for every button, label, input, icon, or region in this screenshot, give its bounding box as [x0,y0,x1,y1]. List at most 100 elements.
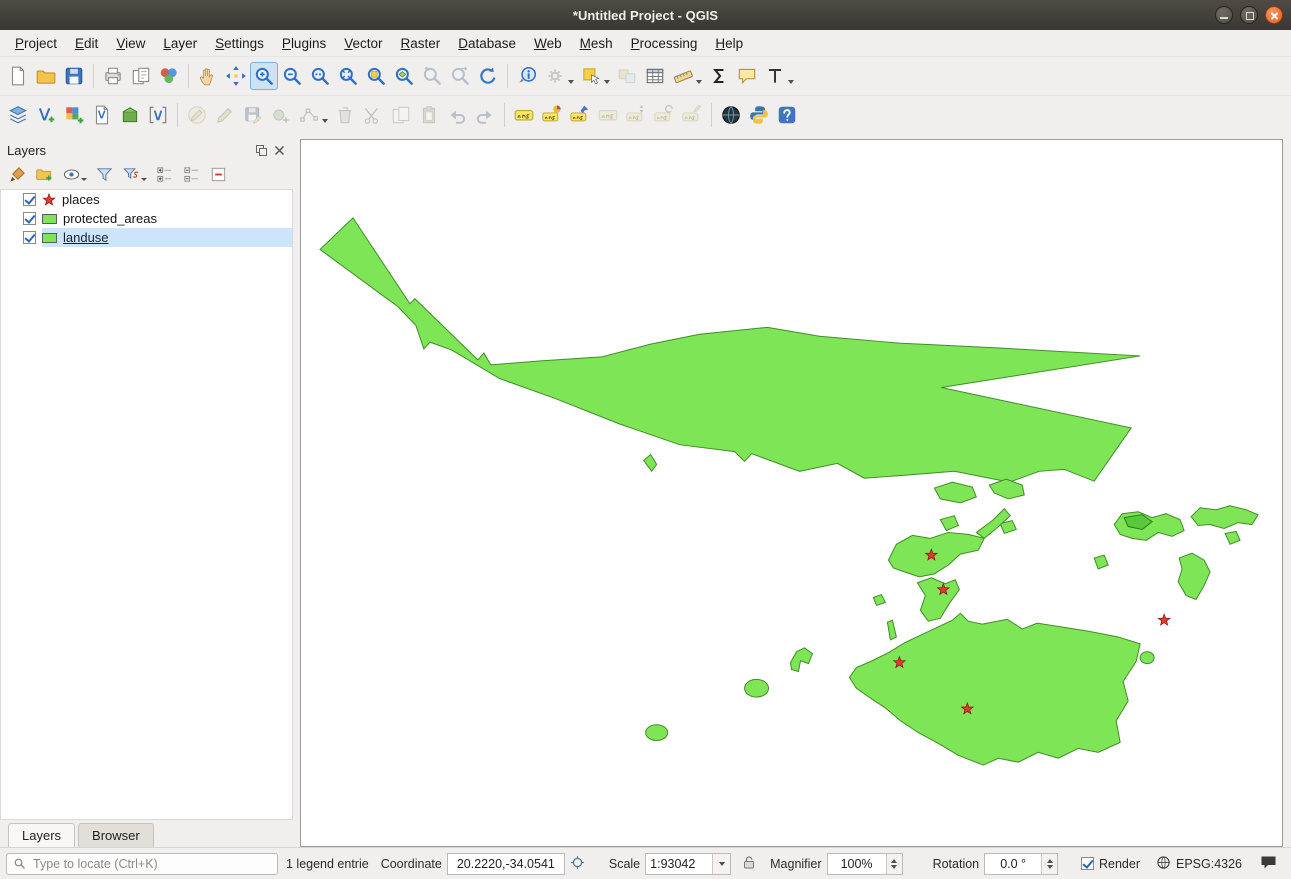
new-geopackage-layer-icon[interactable] [116,101,144,129]
locate-input[interactable] [31,856,271,872]
zoom-native-icon[interactable] [306,62,334,90]
open-layer-styling-icon[interactable] [5,162,29,186]
zoom-in-icon[interactable] [250,62,278,90]
menu-vector[interactable]: Vector [335,33,391,54]
map-tips-icon[interactable] [733,62,761,90]
run-feature-action-icon[interactable] [541,62,569,90]
menu-project[interactable]: Project [6,33,66,54]
menu-mesh[interactable]: Mesh [571,33,622,54]
python-console-icon[interactable] [745,101,773,129]
scale-combobox[interactable] [645,853,731,875]
menu-layer[interactable]: Layer [154,33,206,54]
new-virtual-layer-icon[interactable] [144,101,172,129]
expand-all-icon[interactable] [152,162,176,186]
metasearch-icon[interactable] [717,101,745,129]
measure-icon[interactable] [669,62,697,90]
layer-checkbox[interactable] [23,193,36,206]
crs-icon[interactable] [1156,855,1171,873]
menu-edit[interactable]: Edit [66,33,107,54]
magnifier-spinbox[interactable] [827,853,903,875]
zoom-to-layer-icon[interactable] [390,62,418,90]
layer-checkbox[interactable] [23,212,36,225]
zoom-full-icon[interactable] [334,62,362,90]
menu-raster[interactable]: Raster [392,33,450,54]
tab-layers[interactable]: Layers [8,823,75,847]
text-annotation-icon[interactable] [761,62,789,90]
messages-icon[interactable] [1260,855,1277,873]
dropdown-caret-icon[interactable] [788,80,794,84]
layer-labeling-icon[interactable] [510,101,538,129]
menu-settings[interactable]: Settings [206,33,273,54]
locator-bar[interactable] [6,853,278,875]
magnifier-input[interactable] [828,856,886,872]
refresh-icon[interactable] [474,62,502,90]
redo-icon[interactable] [471,101,499,129]
menu-processing[interactable]: Processing [622,33,707,54]
save-project-icon[interactable] [60,62,88,90]
undo-icon[interactable] [443,101,471,129]
lock-scale-icon[interactable] [742,855,756,873]
open-attribute-table-icon[interactable] [641,62,669,90]
new-print-layout-icon[interactable] [99,62,127,90]
menu-plugins[interactable]: Plugins [273,33,335,54]
statistical-summary-icon[interactable] [705,62,733,90]
zoom-next-icon[interactable] [446,62,474,90]
layer-checkbox[interactable] [23,231,36,244]
change-label-icon[interactable] [678,101,706,129]
tab-browser[interactable]: Browser [78,823,154,847]
pin-labels-icon[interactable] [566,101,594,129]
paste-features-icon[interactable] [415,101,443,129]
render-checkbox[interactable] [1081,857,1094,870]
layer-diagram-icon[interactable] [538,101,566,129]
panel-close-icon[interactable] [273,144,286,157]
add-group-icon[interactable] [32,162,56,186]
map-canvas[interactable] [300,139,1283,847]
new-shapefile-layer-icon[interactable] [88,101,116,129]
crs-text[interactable]: EPSG:4326 [1176,857,1242,871]
select-features-icon[interactable] [577,62,605,90]
pan-to-selection-icon[interactable] [222,62,250,90]
menu-view[interactable]: View [107,33,154,54]
dropdown-caret-icon[interactable] [141,178,147,181]
copy-features-icon[interactable] [387,101,415,129]
manage-map-themes-icon[interactable] [59,162,83,186]
toggle-editing-icon[interactable] [211,101,239,129]
menu-web[interactable]: Web [525,33,571,54]
rotate-label-icon[interactable] [650,101,678,129]
save-layer-edits-icon[interactable] [239,101,267,129]
add-raster-layer-icon[interactable] [60,101,88,129]
layer-row-places[interactable]: places [1,190,292,209]
vertex-tool-icon[interactable] [295,101,323,129]
pan-map-icon[interactable] [194,62,222,90]
dropdown-caret-icon[interactable] [604,80,610,84]
panel-float-icon[interactable] [255,144,268,157]
rotation-spinbox[interactable] [984,853,1058,875]
cut-features-icon[interactable] [359,101,387,129]
move-label-icon[interactable] [622,101,650,129]
rotation-spin-icons[interactable] [1041,854,1057,874]
close-button[interactable] [1265,6,1283,24]
zoom-out-icon[interactable] [278,62,306,90]
maximize-button[interactable] [1240,6,1258,24]
layer-row-protected-areas[interactable]: protected_areas [1,209,292,228]
coordinate-extent-icon[interactable] [570,855,585,873]
show-layout-manager-icon[interactable] [127,62,155,90]
zoom-last-icon[interactable] [418,62,446,90]
show-hidden-labels-icon[interactable] [594,101,622,129]
coordinate-input[interactable] [448,856,564,872]
panel-splitter[interactable] [293,139,300,847]
filter-legend-icon[interactable] [92,162,116,186]
current-edits-icon[interactable] [183,101,211,129]
delete-selected-icon[interactable] [331,101,359,129]
magnifier-spin-icons[interactable] [886,854,902,874]
help-icon[interactable] [773,101,801,129]
rotation-input[interactable] [985,856,1041,872]
data-source-manager-icon[interactable] [4,101,32,129]
coordinate-box[interactable] [447,853,565,875]
filter-legend-by-expression-icon[interactable] [119,162,143,186]
add-feature-icon[interactable] [267,101,295,129]
add-vector-layer-icon[interactable] [32,101,60,129]
dropdown-caret-icon[interactable] [81,178,87,181]
open-project-icon[interactable] [32,62,60,90]
identify-features-icon[interactable] [513,62,541,90]
